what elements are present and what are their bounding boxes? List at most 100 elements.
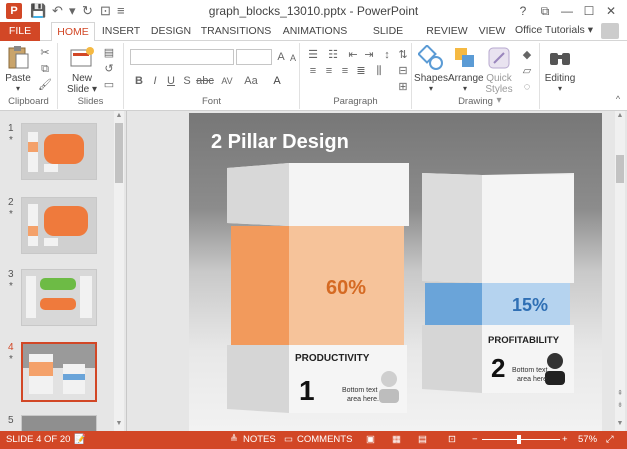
font-name-box[interactable] xyxy=(130,49,234,65)
tab-transitions[interactable]: TRANSITIONS xyxy=(200,22,272,41)
spell-check-icon[interactable]: 📝 xyxy=(74,434,86,445)
user-avatar[interactable] xyxy=(601,23,619,39)
pillar2-percent[interactable]: 15% xyxy=(512,295,548,316)
shrink-font-button[interactable]: A xyxy=(286,52,300,64)
shapes-dropdown-icon[interactable]: ▾ xyxy=(414,84,448,93)
tab-review[interactable]: REVIEW xyxy=(425,22,469,41)
tab-insert[interactable]: INSERT xyxy=(100,22,142,41)
maximize-button[interactable]: ☐ xyxy=(578,2,600,20)
shape-effects-icon[interactable]: ◌ xyxy=(520,81,534,93)
change-case-button[interactable]: Aa xyxy=(242,75,260,87)
copy-icon[interactable]: ⧉ xyxy=(38,63,52,75)
close-button[interactable]: ✕ xyxy=(600,2,622,20)
slide-thumbnail-selected[interactable] xyxy=(21,342,97,402)
zoom-level[interactable]: 57% xyxy=(578,434,597,445)
numbering-icon[interactable]: ☷ xyxy=(326,49,340,61)
tab-home[interactable]: HOME xyxy=(51,22,95,42)
scroll-down-arrow[interactable]: ▼ xyxy=(114,419,124,429)
account-name[interactable]: Office Tutorials ▾ xyxy=(515,24,593,36)
reading-view-icon[interactable]: ▤ xyxy=(418,434,427,445)
scroll-up-arrow[interactable]: ▲ xyxy=(114,111,124,121)
align-left-icon[interactable]: ≡ xyxy=(306,65,320,77)
ribbon-display-options-button[interactable]: ⧉ xyxy=(534,2,556,20)
reset-icon[interactable]: ↺ xyxy=(102,63,116,75)
pillar1-text-line2[interactable]: area here. xyxy=(347,396,379,403)
previous-slide-icon[interactable]: ⇞ xyxy=(615,389,625,399)
zoom-out-button[interactable]: − xyxy=(472,434,478,445)
comments-button[interactable]: COMMENTS xyxy=(297,434,352,445)
tab-slide-show[interactable]: SLIDE SHOW xyxy=(356,22,420,56)
notes-icon[interactable]: ≜ xyxy=(230,434,238,445)
next-slide-icon[interactable]: ⇟ xyxy=(615,401,625,411)
tab-view[interactable]: VIEW xyxy=(476,22,508,41)
zoom-slider[interactable] xyxy=(482,439,560,440)
scrollbar-thumb[interactable] xyxy=(616,155,624,183)
minimize-button[interactable]: — xyxy=(556,2,578,20)
slide-scrollbar[interactable]: ▲ ⇞ ⇟ ▼ xyxy=(615,111,625,431)
smartart-icon[interactable]: ⊞ xyxy=(396,81,410,93)
thumbnails-scrollbar[interactable]: ▲ ▼ xyxy=(114,111,124,431)
columns-icon[interactable]: ⫼ xyxy=(372,65,386,77)
help-button[interactable]: ? xyxy=(512,2,534,20)
new-slide-button[interactable]: New Slide ▾ xyxy=(66,45,98,95)
scroll-down-arrow[interactable]: ▼ xyxy=(615,419,625,429)
underline-button[interactable]: U xyxy=(164,75,178,87)
line-spacing-icon[interactable]: ↕ xyxy=(380,49,394,61)
pillar2-heading[interactable]: PROFITABILITY xyxy=(488,335,559,346)
slide-canvas[interactable]: 2 Pillar Design 60% PRODUCTIVITY 1 Botto… xyxy=(189,113,602,431)
collapse-ribbon-icon[interactable]: ^ xyxy=(611,93,625,105)
comments-icon[interactable]: ▭ xyxy=(284,434,293,445)
character-spacing-button[interactable]: AV xyxy=(218,75,236,87)
arrange-button[interactable]: Arrange ▾ xyxy=(448,45,484,93)
shape-fill-icon[interactable]: ◆ xyxy=(520,49,534,61)
slide-sorter-icon[interactable]: ▦ xyxy=(392,434,401,445)
bold-button[interactable]: B xyxy=(132,75,146,87)
slide-thumbnail[interactable] xyxy=(21,197,97,254)
paste-dropdown-icon[interactable]: ▾ xyxy=(4,84,32,93)
text-direction-icon[interactable]: ⇅ xyxy=(396,49,410,61)
pillar1-number[interactable]: 1 xyxy=(299,375,315,407)
italic-button[interactable]: I xyxy=(148,75,162,87)
justify-icon[interactable]: ≣ xyxy=(354,65,368,77)
zoom-in-button[interactable]: + xyxy=(562,434,568,445)
increase-indent-icon[interactable]: ⇥ xyxy=(362,49,376,61)
pillar2-text-line2[interactable]: area here. xyxy=(517,376,549,383)
pillar2-number[interactable]: 2 xyxy=(491,353,505,384)
section-icon[interactable]: ▭ xyxy=(102,79,116,91)
align-text-icon[interactable]: ⊟ xyxy=(396,65,410,77)
cut-icon[interactable]: ✂ xyxy=(38,47,52,59)
notes-button[interactable]: NOTES xyxy=(243,434,276,445)
format-painter-icon[interactable]: 🖌 xyxy=(38,79,52,91)
editing-button[interactable]: Editing ▾ xyxy=(542,45,578,93)
align-center-icon[interactable]: ≡ xyxy=(322,65,336,77)
scroll-up-arrow[interactable]: ▲ xyxy=(615,111,625,121)
normal-view-icon[interactable]: ▣ xyxy=(366,434,375,445)
tab-animations[interactable]: ANIMATIONS xyxy=(280,22,350,41)
align-right-icon[interactable]: ≡ xyxy=(338,65,352,77)
slide-thumbnail[interactable] xyxy=(21,415,97,431)
layout-icon[interactable]: ▤ xyxy=(102,47,116,59)
arrange-dropdown-icon[interactable]: ▾ xyxy=(448,84,482,93)
shadow-button[interactable]: S xyxy=(180,75,194,87)
slide-thumbnail[interactable] xyxy=(21,123,97,180)
shapes-button[interactable]: Shapes ▾ xyxy=(414,44,448,93)
paste-button[interactable]: Paste ▾ xyxy=(4,45,32,93)
pillar1-percent[interactable]: 60% xyxy=(326,277,366,300)
pillar1-text-line1[interactable]: Bottom text xyxy=(342,387,377,394)
editing-dropdown-icon[interactable]: ▾ xyxy=(542,84,578,93)
font-color-button[interactable]: A xyxy=(270,75,284,87)
shape-outline-icon[interactable]: ▱ xyxy=(520,65,534,77)
pillar2-text-line1[interactable]: Bottom text xyxy=(512,367,547,374)
slide-show-icon[interactable]: ⊡ xyxy=(448,434,456,445)
zoom-slider-thumb[interactable] xyxy=(517,435,521,444)
bullets-icon[interactable]: ☰ xyxy=(306,49,320,61)
pillar1-heading[interactable]: PRODUCTIVITY xyxy=(295,353,369,364)
tab-file[interactable]: FILE xyxy=(0,22,40,41)
font-size-box[interactable] xyxy=(236,49,272,65)
slide-thumbnail[interactable] xyxy=(21,269,97,326)
decrease-indent-icon[interactable]: ⇤ xyxy=(346,49,360,61)
tab-design[interactable]: DESIGN xyxy=(150,22,192,41)
fit-slide-icon[interactable]: ⤢ xyxy=(606,434,614,445)
strikethrough-button[interactable]: abc xyxy=(196,75,214,87)
scrollbar-thumb[interactable] xyxy=(115,123,123,183)
